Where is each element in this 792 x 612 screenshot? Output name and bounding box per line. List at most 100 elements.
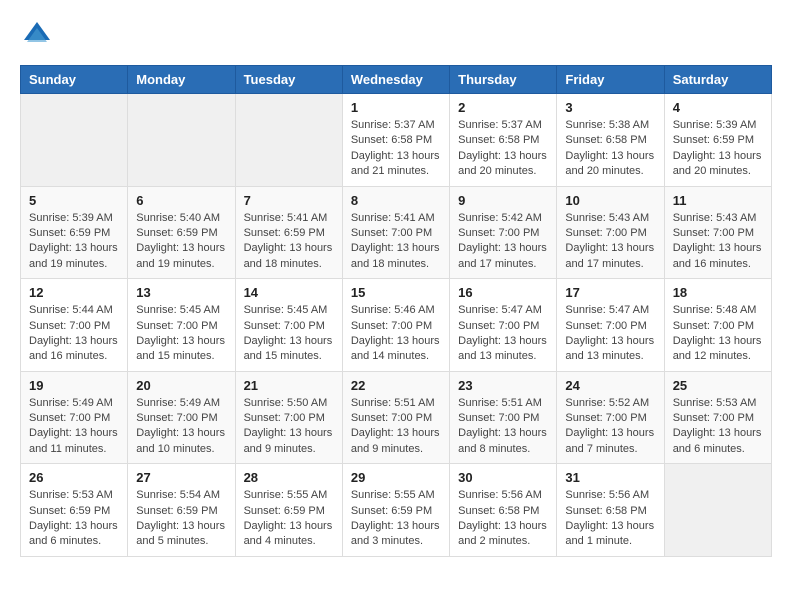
- day-info: Daylight: 13 hours and 9 minutes.: [244, 426, 334, 457]
- day-info: Daylight: 13 hours and 1 minute.: [565, 519, 655, 550]
- day-number: 29: [351, 470, 441, 485]
- calendar-cell: 6Sunrise: 5:40 AMSunset: 6:59 PMDaylight…: [128, 186, 235, 279]
- calendar-cell: 31 Sunrise: 5:56 AMSunset: 6:58 PMDayligh…: [557, 464, 664, 557]
- day-info: Sunrise: 5:46 AM: [351, 303, 441, 318]
- calendar-cell: [21, 94, 128, 187]
- day-number: 20: [136, 378, 226, 393]
- day-info: Sunset: 7:00 PM: [673, 226, 763, 241]
- day-info: Daylight: 13 hours and 13 minutes.: [565, 334, 655, 365]
- logo-text: [20, 20, 52, 55]
- day-number: 12: [29, 285, 119, 300]
- day-info: Sunrise: 5:56 AM: [565, 488, 655, 503]
- day-number: 19: [29, 378, 119, 393]
- day-info: Sunrise: 5:44 AM: [29, 303, 119, 318]
- day-info: Sunrise: 5:53 AM: [29, 488, 119, 503]
- day-number: 5: [29, 193, 119, 208]
- calendar-cell: 3Sunrise: 5:38 AMSunset: 6:58 PMDaylight…: [557, 94, 664, 187]
- day-number: 13: [136, 285, 226, 300]
- calendar-cell: [664, 464, 771, 557]
- day-info: Sunset: 6:59 PM: [136, 226, 226, 241]
- day-info: Daylight: 13 hours and 20 minutes.: [458, 149, 548, 180]
- day-number: 2: [458, 100, 548, 115]
- calendar-cell: 21Sunrise: 5:50 AMSunset: 7:00 PMDayligh…: [235, 371, 342, 464]
- day-info: Daylight: 13 hours and 10 minutes.: [136, 426, 226, 457]
- day-info: Sunset: 7:00 PM: [673, 411, 763, 426]
- day-info: Daylight: 13 hours and 6 minutes.: [673, 426, 763, 457]
- calendar-week-row: 26Sunrise: 5:53 AMSunset: 6:59 PMDayligh…: [21, 464, 772, 557]
- day-info: Sunset: 7:00 PM: [565, 226, 655, 241]
- day-info: Sunset: 7:00 PM: [244, 411, 334, 426]
- logo-icon: [22, 20, 52, 50]
- calendar-cell: 9Sunrise: 5:42 AMSunset: 7:00 PMDaylight…: [450, 186, 557, 279]
- day-info: Sunset: 7:00 PM: [458, 319, 548, 334]
- day-info: Daylight: 13 hours and 16 minutes.: [29, 334, 119, 365]
- calendar-cell: 14Sunrise: 5:45 AMSunset: 7:00 PMDayligh…: [235, 279, 342, 372]
- day-info: Sunrise: 5:37 AM: [351, 118, 441, 133]
- day-number: 6: [136, 193, 226, 208]
- day-number: 15: [351, 285, 441, 300]
- calendar-cell: [128, 94, 235, 187]
- day-info: Sunrise: 5:43 AM: [673, 211, 763, 226]
- day-info: Daylight: 13 hours and 3 minutes.: [351, 519, 441, 550]
- day-info: Daylight: 13 hours and 6 minutes.: [29, 519, 119, 550]
- day-info: Sunrise: 5:51 AM: [351, 396, 441, 411]
- calendar-cell: 10Sunrise: 5:43 AMSunset: 7:00 PMDayligh…: [557, 186, 664, 279]
- day-info: Sunset: 6:59 PM: [29, 504, 119, 519]
- day-info: Sunset: 6:59 PM: [351, 504, 441, 519]
- day-info: Sunset: 7:00 PM: [29, 319, 119, 334]
- day-info: Sunrise: 5:47 AM: [565, 303, 655, 318]
- calendar-week-row: 5Sunrise: 5:39 AMSunset: 6:59 PMDaylight…: [21, 186, 772, 279]
- calendar-cell: 16Sunrise: 5:47 AMSunset: 7:00 PMDayligh…: [450, 279, 557, 372]
- day-info: Sunset: 7:00 PM: [136, 411, 226, 426]
- day-info: Daylight: 13 hours and 18 minutes.: [244, 241, 334, 272]
- day-info: Sunset: 6:59 PM: [136, 504, 226, 519]
- weekday-header: Sunday: [21, 66, 128, 94]
- day-info: Sunrise: 5:39 AM: [673, 118, 763, 133]
- day-info: Sunset: 6:59 PM: [673, 133, 763, 148]
- day-number: 30: [458, 470, 548, 485]
- calendar-cell: 30Sunrise: 5:56 AMSunset: 6:58 PMDayligh…: [450, 464, 557, 557]
- calendar-cell: 26Sunrise: 5:53 AMSunset: 6:59 PMDayligh…: [21, 464, 128, 557]
- day-info: Sunrise: 5:40 AM: [136, 211, 226, 226]
- day-info: Daylight: 13 hours and 2 minutes.: [458, 519, 548, 550]
- day-number: 11: [673, 193, 763, 208]
- day-info: Daylight: 13 hours and 13 minutes.: [458, 334, 548, 365]
- calendar-cell: 8Sunrise: 5:41 AMSunset: 7:00 PMDaylight…: [342, 186, 449, 279]
- calendar-week-row: 12Sunrise: 5:44 AMSunset: 7:00 PMDayligh…: [21, 279, 772, 372]
- day-info: Sunset: 6:59 PM: [244, 504, 334, 519]
- day-info: Daylight: 13 hours and 11 minutes.: [29, 426, 119, 457]
- day-number: 28: [244, 470, 334, 485]
- day-info: Sunrise: 5:53 AM: [673, 396, 763, 411]
- day-info: Sunset: 6:58 PM: [565, 504, 655, 519]
- day-number: 27: [136, 470, 226, 485]
- calendar-cell: 24Sunrise: 5:52 AMSunset: 7:00 PMDayligh…: [557, 371, 664, 464]
- day-info: Daylight: 13 hours and 5 minutes.: [136, 519, 226, 550]
- day-info: Sunrise: 5:38 AM: [565, 118, 655, 133]
- calendar-cell: 11 Sunrise: 5:43 AMSunset: 7:00 PMDayligh…: [664, 186, 771, 279]
- day-number: 14: [244, 285, 334, 300]
- calendar-cell: 12 Sunrise: 5:44 AMSunset: 7:00 PMDayligh…: [21, 279, 128, 372]
- day-info: Sunrise: 5:54 AM: [136, 488, 226, 503]
- calendar-cell: 23Sunrise: 5:51 AMSunset: 7:00 PMDayligh…: [450, 371, 557, 464]
- weekday-header: Tuesday: [235, 66, 342, 94]
- day-info: Daylight: 13 hours and 7 minutes.: [565, 426, 655, 457]
- calendar-cell: 2Sunrise: 5:37 AMSunset: 6:58 PMDaylight…: [450, 94, 557, 187]
- day-info: Daylight: 13 hours and 9 minutes.: [351, 426, 441, 457]
- day-info: Sunset: 7:00 PM: [244, 319, 334, 334]
- day-info: Daylight: 13 hours and 20 minutes.: [673, 149, 763, 180]
- day-number: 31: [565, 470, 655, 485]
- day-info: Sunset: 7:00 PM: [351, 411, 441, 426]
- day-number: 21: [244, 378, 334, 393]
- calendar-table: SundayMondayTuesdayWednesdayThursdayFrid…: [20, 65, 772, 557]
- day-number: 16: [458, 285, 548, 300]
- day-info: Sunset: 6:58 PM: [565, 133, 655, 148]
- day-info: Sunrise: 5:56 AM: [458, 488, 548, 503]
- day-info: Daylight: 13 hours and 16 minutes.: [673, 241, 763, 272]
- weekday-header: Monday: [128, 66, 235, 94]
- day-info: Sunrise: 5:55 AM: [244, 488, 334, 503]
- day-number: 23: [458, 378, 548, 393]
- calendar-cell: 22Sunrise: 5:51 AMSunset: 7:00 PMDayligh…: [342, 371, 449, 464]
- day-info: Daylight: 13 hours and 8 minutes.: [458, 426, 548, 457]
- calendar-cell: 19Sunrise: 5:49 AMSunset: 7:00 PMDayligh…: [21, 371, 128, 464]
- day-info: Daylight: 13 hours and 19 minutes.: [29, 241, 119, 272]
